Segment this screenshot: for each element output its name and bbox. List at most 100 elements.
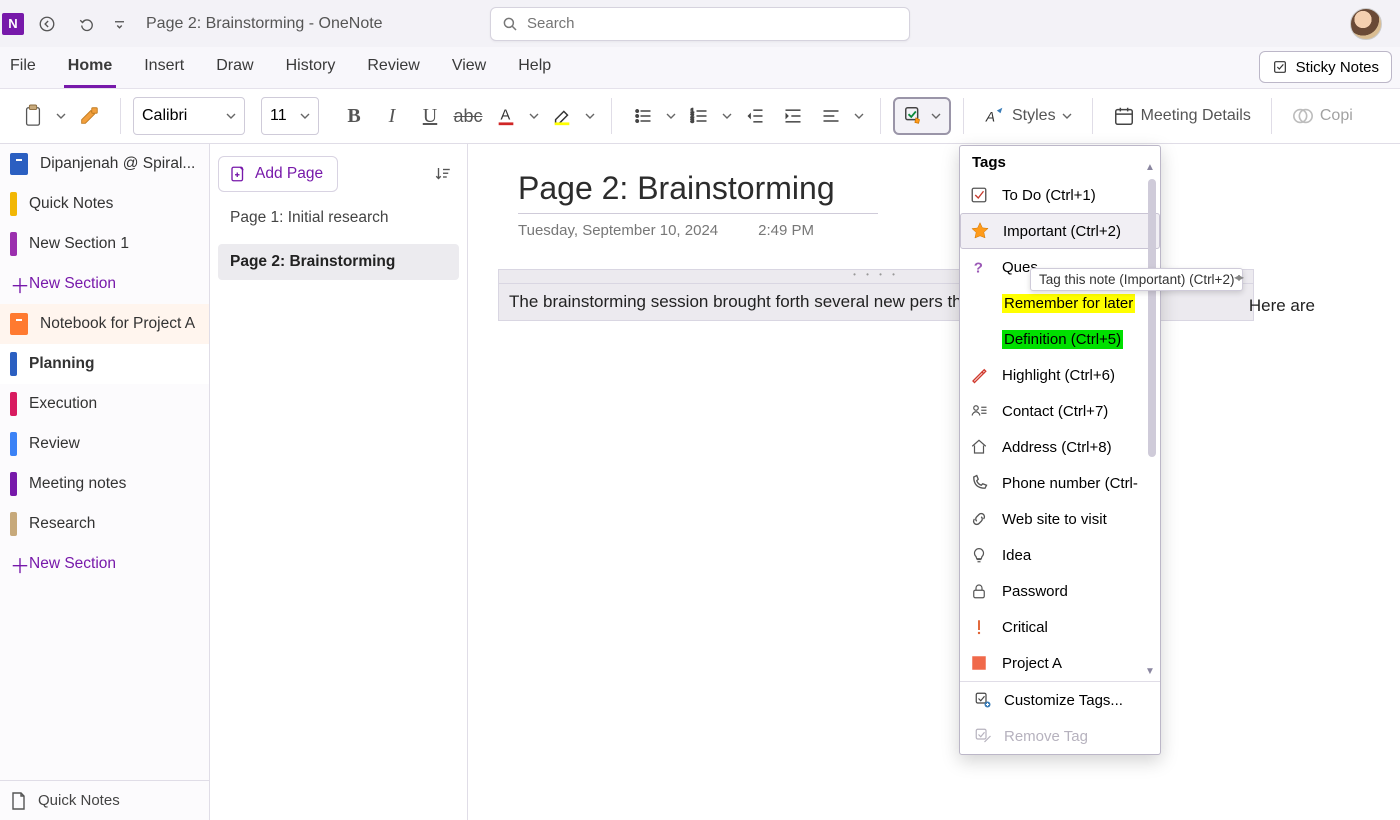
paste-button[interactable] [14,97,52,135]
sidebar-section-planning[interactable]: Planning [0,344,209,384]
italic-button[interactable]: I [373,97,411,135]
styles-button[interactable]: A Styles [976,97,1080,135]
pencil-icon [968,364,990,386]
svg-text:3: 3 [691,119,694,125]
note-canvas[interactable]: Tuesday, September 10, 2024 2:49 PM • • … [468,144,1400,820]
bullets-button[interactable] [624,97,662,135]
back-button[interactable] [30,7,64,41]
tags-scroll-thumb[interactable] [1148,179,1156,457]
outdent-button[interactable] [736,97,774,135]
square-icon [968,652,990,674]
paste-dropdown[interactable] [52,97,70,135]
sidebar-new-section[interactable]: ＋ New Section [0,264,209,304]
format-painter-button[interactable] [70,97,108,135]
remove-tag-icon [974,727,992,745]
ribbon-tab-insert[interactable]: Insert [140,51,188,88]
copilot-button[interactable]: Copi [1284,97,1361,135]
app-icon: N [2,13,24,35]
ribbon-tab-view[interactable]: View [448,51,490,88]
tag-item[interactable]: Phone number (Ctrl- [960,465,1160,501]
font-color-dropdown[interactable] [525,97,543,135]
tag-item-label: Remember for later [1002,294,1135,313]
sidebar-item-label: Meeting notes [29,475,126,493]
numbering-dropdown[interactable] [718,97,736,135]
sidebar-item-label: New Section [29,275,116,293]
sidebar-section-review[interactable]: Review [0,424,209,464]
sticky-notes-button[interactable]: Sticky Notes [1259,51,1392,83]
bullets-dropdown[interactable] [662,97,680,135]
sticky-notes-icon [1272,59,1288,75]
sidebar-notebook-project-a[interactable]: Notebook for Project A [0,304,209,344]
sidebar-item-label: Dipanjenah @ Spiral... [40,155,195,173]
tag-item[interactable]: Important (Ctrl+2) [960,213,1160,249]
page-list-item[interactable]: Page 2: Brainstorming [218,244,459,280]
ribbon-toolbar: Calibri 11 B I U abc A 123 [0,89,1400,144]
tag-item[interactable]: To Do (Ctrl+1) [960,177,1160,213]
sidebar-item-label: New Section 1 [29,235,129,253]
tag-item-label: To Do (Ctrl+1) [1002,187,1096,204]
ribbon-tab-help[interactable]: Help [514,51,555,88]
tag-item-label: Contact (Ctrl+7) [1002,403,1108,420]
numbering-button[interactable]: 123 [680,97,718,135]
search-icon [501,15,519,33]
sort-pages-button[interactable] [427,158,459,190]
font-name-select[interactable]: Calibri [133,97,245,135]
tag-item[interactable]: Project A [960,645,1160,681]
exclaim-icon [968,616,990,638]
ribbon-tab-review[interactable]: Review [363,51,423,88]
remove-tag-label: Remove Tag [1004,728,1088,745]
ribbon-tab-file[interactable]: File [6,51,40,88]
font-color-button[interactable]: A [487,97,525,135]
ribbon-tab-history[interactable]: History [282,51,340,88]
page-title-input[interactable] [518,168,878,213]
page-list-item[interactable]: Page 1: Initial research [218,200,459,236]
sidebar-new-section[interactable]: ＋ New Section [0,544,209,584]
font-size-value: 11 [270,107,287,125]
tag-item[interactable]: Critical [960,609,1160,645]
meeting-details-button[interactable]: Meeting Details [1105,97,1259,135]
ribbon-tab-home[interactable]: Home [64,51,116,88]
sidebar-quick-notes-footer[interactable]: Quick Notes [0,780,209,820]
tag-item-label: Idea [1002,547,1031,564]
align-dropdown[interactable] [850,97,868,135]
highlight-dropdown[interactable] [581,97,599,135]
strikethrough-button[interactable]: abc [449,97,487,135]
undo-button[interactable] [70,7,104,41]
tags-scroll-down[interactable]: ▼ [1142,663,1158,679]
highlight-button[interactable] [543,97,581,135]
sidebar-section-research[interactable]: Research [0,504,209,544]
bold-button[interactable]: B [335,97,373,135]
page-list-panel: Add Page Page 1: Initial research Page 2… [210,144,468,820]
customize-qat-button[interactable] [110,7,132,41]
search-input[interactable] [527,15,899,32]
tag-item[interactable]: Web site to visit [960,501,1160,537]
tag-item[interactable]: Address (Ctrl+8) [960,429,1160,465]
section-color-chip [10,352,17,376]
tag-item[interactable]: Password [960,573,1160,609]
sidebar-section-quick-notes[interactable]: Quick Notes [0,184,209,224]
sidebar-section-meeting-notes[interactable]: Meeting notes [0,464,209,504]
customize-tags-button[interactable]: Customize Tags... [960,682,1160,718]
tag-item[interactable]: Definition (Ctrl+5) [960,321,1160,357]
section-color-chip [10,472,17,496]
tag-item[interactable]: Idea [960,537,1160,573]
user-avatar[interactable] [1350,8,1382,40]
font-size-select[interactable]: 11 [261,97,319,135]
search-box[interactable] [490,7,910,41]
tag-item-label: Important (Ctrl+2) [1003,223,1121,240]
tag-item[interactable]: Contact (Ctrl+7) [960,393,1160,429]
tags-scroll-up[interactable]: ▲ [1142,159,1158,175]
styles-label: Styles [1012,107,1056,125]
sidebar-notebook-root[interactable]: Dipanjenah @ Spiral... [0,144,209,184]
sidebar-section-execution[interactable]: Execution [0,384,209,424]
underline-button[interactable]: U [411,97,449,135]
add-page-button[interactable]: Add Page [218,156,338,192]
sidebar-section-new-section-1[interactable]: New Section 1 [0,224,209,264]
align-button[interactable] [812,97,850,135]
tag-item[interactable]: Highlight (Ctrl+6) [960,357,1160,393]
tag-item-label: Password [1002,583,1068,600]
ribbon-tab-draw[interactable]: Draw [212,51,257,88]
tags-gallery-button[interactable] [893,97,951,135]
font-name-value: Calibri [142,107,187,125]
indent-button[interactable] [774,97,812,135]
